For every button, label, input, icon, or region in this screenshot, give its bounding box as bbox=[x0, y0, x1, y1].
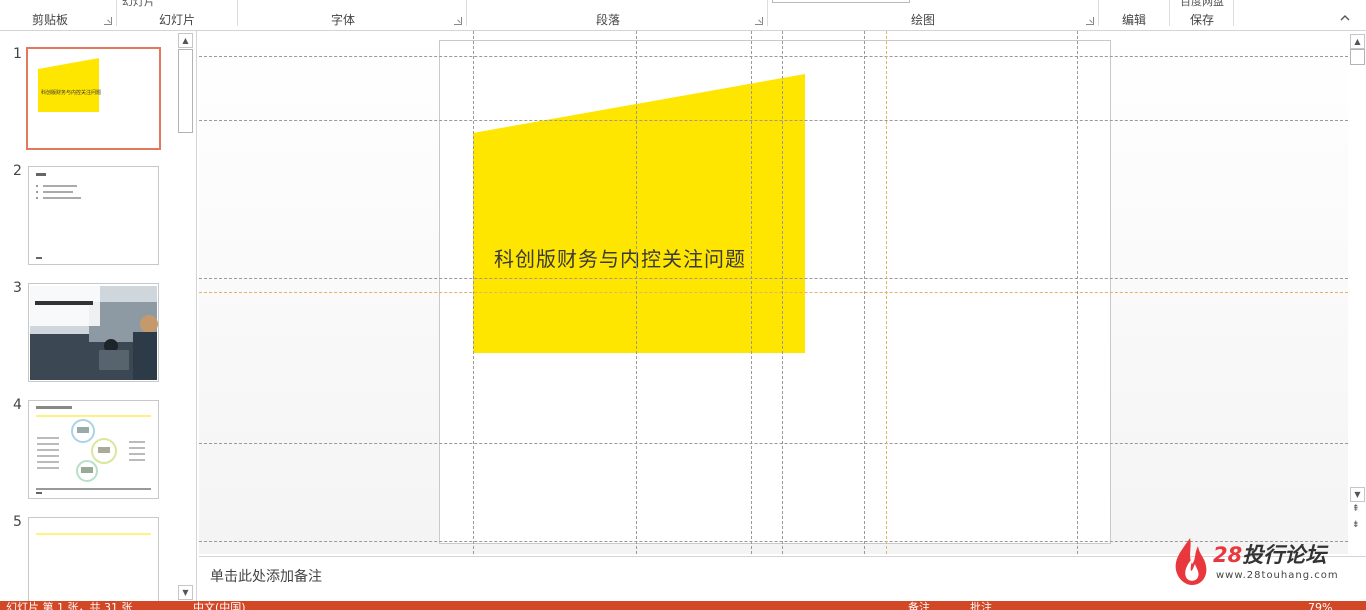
smart-guide-line bbox=[199, 292, 1348, 293]
paragraph-launcher-icon[interactable] bbox=[755, 17, 763, 25]
guide-line[interactable] bbox=[199, 120, 1348, 121]
thumbnail-number: 3 bbox=[13, 280, 22, 296]
drawing-launcher-icon[interactable] bbox=[1086, 17, 1094, 25]
group-separator bbox=[1233, 0, 1234, 26]
group-separator bbox=[116, 0, 117, 26]
guide-line[interactable] bbox=[199, 278, 1348, 279]
guide-line[interactable] bbox=[751, 31, 752, 554]
smart-guide-line bbox=[886, 31, 887, 554]
previous-slide-icon[interactable]: ⇞ bbox=[1352, 505, 1360, 514]
guide-line[interactable] bbox=[199, 56, 1348, 57]
slide-thumbnail-pane: 1 科创版财务与内控关注问题 2 3 4 5 ▲ ▼ bbox=[0, 31, 197, 601]
group-separator bbox=[767, 0, 768, 26]
slide-thumbnail-5[interactable] bbox=[28, 517, 159, 601]
baidu-pan-button-peek[interactable]: 百度网盘 bbox=[1180, 0, 1224, 9]
thumbnail-preview bbox=[36, 173, 81, 259]
notes-toggle[interactable]: 备注 bbox=[908, 602, 930, 610]
thumbnail-number: 4 bbox=[13, 397, 22, 413]
title-shape[interactable] bbox=[473, 74, 807, 355]
thumbnail-number: 1 bbox=[13, 46, 22, 62]
scroll-thumb[interactable] bbox=[1350, 49, 1365, 65]
thumbnail-photo bbox=[30, 286, 158, 380]
guide-line[interactable] bbox=[864, 31, 865, 554]
notes-placeholder[interactable]: 单击此处添加备注 bbox=[210, 566, 322, 586]
watermark-title: 28投行论坛 bbox=[1213, 539, 1326, 569]
thumbnail-scrollbar[interactable]: ▲ ▼ bbox=[178, 31, 193, 601]
group-label-slides: 幻灯片 bbox=[159, 13, 196, 27]
slide-counter: 幻灯片 第 1 张，共 31 张 bbox=[6, 601, 133, 610]
guide-line[interactable] bbox=[782, 31, 783, 554]
thumbnail-preview bbox=[36, 533, 151, 535]
group-label-font: 字体 bbox=[331, 13, 356, 27]
group-label-drawing: 绘图 bbox=[911, 13, 936, 27]
watermark-url: www.28touhang.com bbox=[1216, 570, 1339, 581]
language-indicator[interactable]: 中文(中国) bbox=[193, 602, 246, 610]
flame-logo-icon bbox=[1175, 538, 1207, 585]
slide-thumbnail-2[interactable] bbox=[28, 166, 159, 265]
guide-line[interactable] bbox=[1077, 31, 1078, 554]
scroll-down-icon[interactable]: ▼ bbox=[178, 585, 193, 600]
thumbnail-1-title: 科创版财务与内控关注问题 bbox=[41, 89, 101, 96]
canvas-scrollbar[interactable]: ▲ ▼ ⇞ ⇟ bbox=[1349, 31, 1366, 554]
shape-combo-box[interactable] bbox=[772, 0, 910, 3]
group-separator bbox=[466, 0, 467, 26]
thumbnail-preview: 科创版财务与内控关注问题 bbox=[38, 58, 101, 112]
scroll-up-icon[interactable]: ▲ bbox=[178, 33, 193, 48]
guide-line[interactable] bbox=[636, 31, 637, 554]
watermark: 28投行论坛 www.28touhang.com bbox=[1172, 536, 1342, 586]
status-bar: 幻灯片 第 1 张，共 31 张 中文(中国) 备注 批注 79% bbox=[0, 601, 1366, 610]
new-slide-button-peek[interactable]: 幻灯片 bbox=[122, 0, 155, 9]
ribbon: 幻灯片 百度网盘 剪贴板 幻灯片 字体 段落 绘图 编辑 保存 bbox=[0, 0, 1366, 31]
guide-line[interactable] bbox=[473, 31, 474, 554]
scroll-up-icon[interactable]: ▲ bbox=[1350, 34, 1365, 49]
thumbnail-number: 2 bbox=[13, 163, 22, 179]
next-slide-icon[interactable]: ⇟ bbox=[1352, 521, 1360, 530]
font-launcher-icon[interactable] bbox=[454, 17, 462, 25]
group-label-paragraph: 段落 bbox=[596, 13, 621, 27]
slide-thumbnail-1[interactable]: 科创版财务与内控关注问题 bbox=[26, 47, 161, 150]
guide-line[interactable] bbox=[199, 443, 1348, 444]
group-label-editing: 编辑 bbox=[1122, 13, 1147, 27]
slide-thumbnail-3[interactable] bbox=[28, 283, 159, 382]
clipboard-launcher-icon[interactable] bbox=[104, 17, 112, 25]
slide-thumbnail-4[interactable] bbox=[28, 400, 159, 499]
thumbnail-number: 5 bbox=[13, 514, 22, 530]
watermark-name: 投行论坛 bbox=[1242, 543, 1327, 567]
slide-title[interactable]: 科创版财务与内控关注问题 bbox=[494, 243, 746, 272]
group-separator bbox=[1098, 0, 1099, 26]
slide-canvas[interactable]: 科创版财务与内控关注问题 bbox=[199, 31, 1348, 554]
group-separator bbox=[237, 0, 238, 26]
thumbnail-preview bbox=[36, 406, 151, 494]
collapse-ribbon-icon[interactable] bbox=[1339, 12, 1351, 24]
group-separator bbox=[1169, 0, 1170, 26]
comments-toggle[interactable]: 批注 bbox=[970, 602, 992, 610]
zoom-level[interactable]: 79% bbox=[1308, 602, 1332, 610]
group-label-save: 保存 bbox=[1190, 13, 1215, 27]
watermark-number: 28 bbox=[1213, 543, 1243, 567]
scroll-thumb[interactable] bbox=[178, 49, 193, 133]
scroll-down-icon[interactable]: ▼ bbox=[1350, 487, 1365, 502]
group-label-clipboard: 剪贴板 bbox=[32, 13, 69, 27]
